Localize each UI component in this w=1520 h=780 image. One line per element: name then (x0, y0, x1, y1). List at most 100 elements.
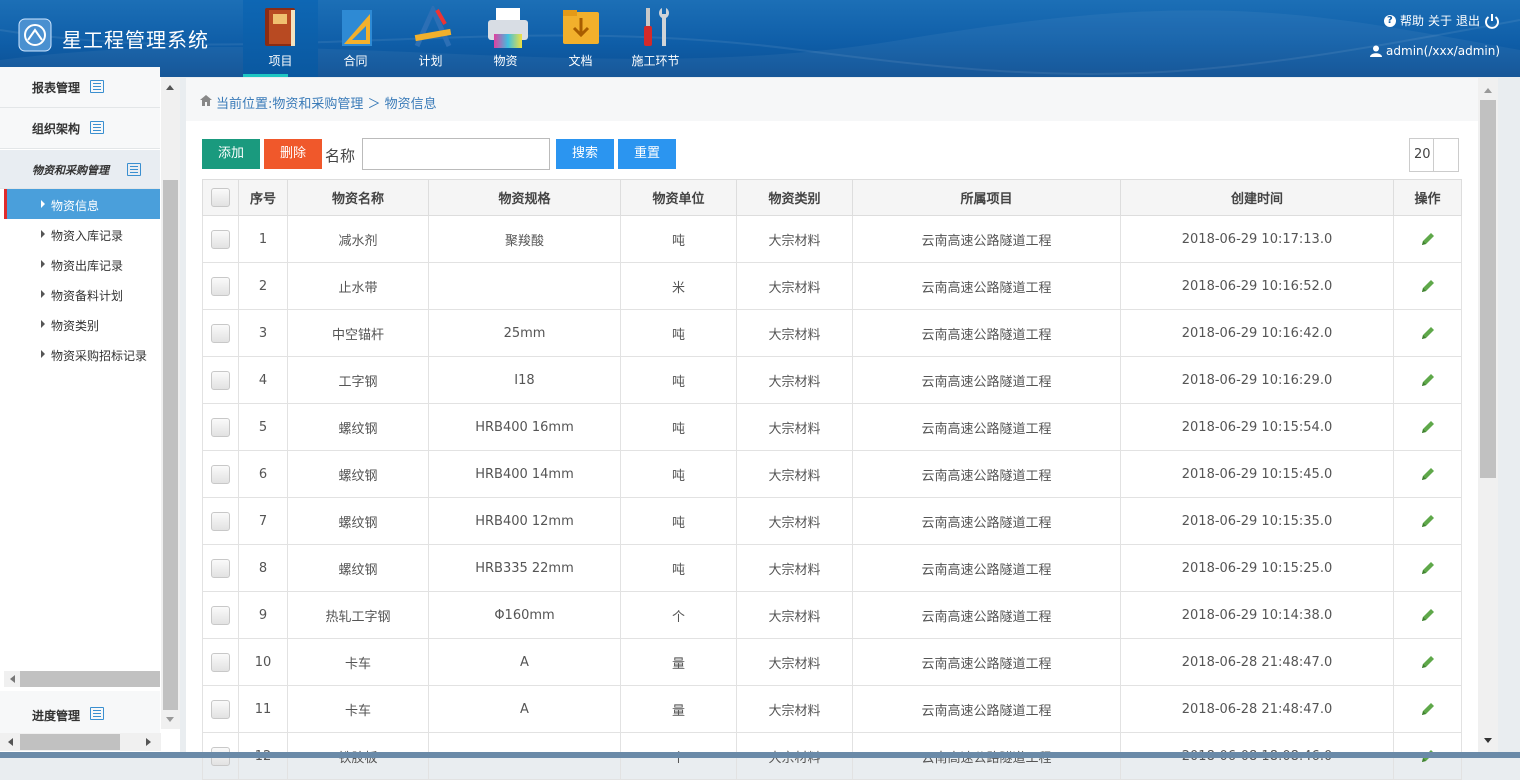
table-row[interactable]: 11 卡车 A 量大宗材料 云南高速公路隧道工程 2018-06-28 21:48:47.… (202, 685, 1462, 733)
nav-project[interactable]: 项目 (243, 0, 318, 77)
scrollbar-thumb[interactable] (20, 734, 120, 750)
triangle-ruler-icon (342, 10, 372, 46)
row-select-cell[interactable] (202, 450, 239, 498)
about-link[interactable]: 关于 (1428, 12, 1452, 29)
sidebar-group-organization[interactable]: 组织架构 (0, 108, 160, 149)
column-header[interactable]: 序号 (238, 179, 288, 216)
row-checkbox[interactable] (211, 464, 230, 484)
power-icon[interactable] (1484, 13, 1500, 29)
scroll-down-arrow[interactable] (1484, 738, 1492, 743)
row-checkbox[interactable] (211, 229, 230, 249)
scroll-right-arrow[interactable] (146, 738, 151, 746)
row-checkbox[interactable] (211, 652, 230, 672)
scroll-left-arrow[interactable] (8, 738, 13, 746)
table-row[interactable]: 6 螺纹钢 HRB400 14mm 吨大宗材料 云南高速公路隧道工程 2018-06-29… (202, 450, 1462, 498)
edit-pencil-icon[interactable] (1420, 560, 1436, 576)
main-vscrollbar[interactable] (1478, 78, 1498, 752)
scroll-left-arrow[interactable] (10, 675, 15, 683)
username[interactable]: admin(/xxx/admin) (1386, 44, 1500, 58)
delete-button[interactable]: 删除 (264, 139, 322, 169)
column-header[interactable]: 物资类别 (736, 179, 853, 216)
row-checkbox[interactable] (211, 323, 230, 343)
scroll-up-arrow[interactable] (166, 85, 174, 90)
row-select-cell[interactable] (202, 685, 239, 733)
search-button[interactable]: 搜索 (556, 139, 614, 169)
reset-button[interactable]: 重置 (618, 139, 676, 169)
add-button[interactable]: 添加 (202, 139, 260, 169)
edit-pencil-icon[interactable] (1420, 513, 1436, 529)
row-select-cell[interactable] (202, 356, 239, 404)
edit-pencil-icon[interactable] (1420, 419, 1436, 435)
edit-pencil-icon[interactable] (1420, 607, 1436, 623)
scrollbar-thumb[interactable] (1480, 100, 1496, 478)
table-row[interactable]: 4 工字钢 I18 吨大宗材料 云南高速公路隧道工程 2018-06-29 10:16:2… (202, 356, 1462, 404)
column-header[interactable]: 物资规格 (428, 179, 621, 216)
edit-pencil-icon[interactable] (1420, 231, 1436, 247)
table-cell: 11 (238, 685, 288, 733)
row-checkbox[interactable] (211, 370, 230, 390)
row-select-cell[interactable] (202, 497, 239, 545)
scroll-up-arrow[interactable] (1484, 88, 1492, 93)
table-row[interactable]: 2 止水带 米大宗材料 云南高速公路隧道工程 2018-06-29 10:16:52.0 (202, 262, 1462, 310)
edit-pencil-icon[interactable] (1420, 278, 1436, 294)
sidebar-hscrollbar[interactable] (0, 733, 161, 751)
row-select-cell[interactable] (202, 403, 239, 451)
table-row[interactable]: 7 螺纹钢 HRB400 12mm 吨大宗材料 云南高速公路隧道工程 2018-06-29… (202, 497, 1462, 545)
column-header[interactable]: 物资名称 (287, 179, 429, 216)
row-select-cell[interactable] (202, 309, 239, 357)
edit-pencil-icon[interactable] (1420, 325, 1436, 341)
edit-pencil-icon[interactable] (1420, 654, 1436, 670)
sidebar-group-reports[interactable]: 报表管理 (0, 67, 160, 108)
row-checkbox[interactable] (211, 699, 230, 719)
table-row[interactable]: 1 减水剂 聚羧酸吨大宗材料 云南高速公路隧道工程 2018-06-29 10:17:1… (202, 215, 1462, 263)
edit-pencil-icon[interactable] (1420, 701, 1436, 717)
column-header[interactable]: 物资单位 (620, 179, 737, 216)
help-link[interactable]: 帮助 (1400, 12, 1424, 29)
row-select-cell[interactable] (202, 591, 239, 639)
select-all-checkbox[interactable] (211, 188, 230, 207)
scrollbar-thumb[interactable] (20, 671, 160, 687)
row-checkbox[interactable] (211, 276, 230, 296)
nav-plan[interactable]: 计划 (393, 0, 468, 77)
logout-link[interactable]: 退出 (1456, 12, 1480, 29)
table-row[interactable]: 10 卡车 A 量大宗材料 云南高速公路隧道工程 2018-06-28 21:48:47.… (202, 638, 1462, 686)
scroll-down-arrow[interactable] (166, 717, 174, 722)
row-checkbox[interactable] (211, 417, 230, 437)
row-checkbox[interactable] (211, 558, 230, 578)
sidebar-item-material-inbound[interactable]: 物资入库记录 (4, 219, 160, 249)
sidebar-item-material-info[interactable]: 物资信息 (4, 189, 160, 219)
table-cell: 卡车 (287, 638, 429, 686)
nav-document[interactable]: 文档 (543, 0, 618, 77)
select-all-cell[interactable] (202, 179, 239, 216)
sidebar-vscrollbar[interactable] (161, 77, 180, 729)
table-row[interactable]: 8 螺纹钢 HRB335 22mm 吨大宗材料 云南高速公路隧道工程 2018-06-29… (202, 544, 1462, 592)
sidebar-item-material-plan[interactable]: 物资备料计划 (4, 279, 160, 309)
row-select-cell[interactable] (202, 638, 239, 686)
nav-contract[interactable]: 合同 (318, 0, 393, 77)
sidebar-item-material-category[interactable]: 物资类别 (4, 309, 160, 339)
nav-material[interactable]: 物资 (468, 0, 543, 77)
row-checkbox[interactable] (211, 605, 230, 625)
row-checkbox[interactable] (211, 511, 230, 531)
nav-construction[interactable]: 施工环节 (618, 0, 693, 77)
table-row[interactable]: 3 中空锚杆 25mm 吨大宗材料 云南高速公路隧道工程 2018-06-29 10:16… (202, 309, 1462, 357)
page-size-select[interactable]: 20 (1409, 138, 1459, 172)
sidebar-group-progress[interactable]: 进度管理 (0, 691, 160, 736)
sidebar-item-material-bidding[interactable]: 物资采购招标记录 (4, 339, 160, 369)
edit-pencil-icon[interactable] (1420, 466, 1436, 482)
table-row[interactable]: 5 螺纹钢 HRB400 16mm 吨大宗材料 云南高速公路隧道工程 2018-06-29… (202, 403, 1462, 451)
sidebar-group-materials[interactable]: 物资和采购管理 (0, 150, 160, 189)
column-header[interactable]: 创建时间 (1120, 179, 1394, 216)
row-select-cell[interactable] (202, 262, 239, 310)
name-search-input[interactable] (362, 138, 550, 170)
row-select-cell[interactable] (202, 215, 239, 263)
scrollbar-thumb[interactable] (163, 180, 178, 710)
breadcrumb-text[interactable]: 当前位置:物资和采购管理 ＞ 物资信息 (216, 93, 437, 112)
row-select-cell[interactable] (202, 544, 239, 592)
sidebar-inner-hscrollbar[interactable] (4, 671, 160, 687)
table-cell: 吨 (620, 544, 737, 592)
sidebar-item-material-outbound[interactable]: 物资出库记录 (4, 249, 160, 279)
column-header[interactable]: 所属项目 (852, 179, 1121, 216)
table-row[interactable]: 9 热轧工字钢 Φ160mm 个大宗材料 云南高速公路隧道工程 2018-06-29 10… (202, 591, 1462, 639)
edit-pencil-icon[interactable] (1420, 372, 1436, 388)
